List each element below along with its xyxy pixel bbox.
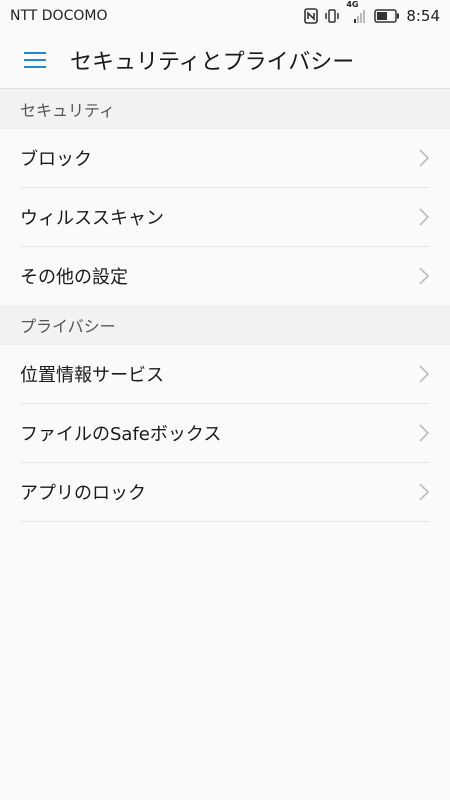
section-security: セキュリティ ブロック ウィルススキャン その他の設定 (0, 89, 450, 305)
list-item-file-safe-box[interactable]: ファイルのSafeボックス (20, 404, 430, 463)
nfc-icon (304, 8, 319, 24)
chevron-right-icon (419, 149, 430, 167)
list-item-label: ウィルススキャン (20, 208, 164, 229)
list-item-virus-scan[interactable]: ウィルススキャン (20, 188, 430, 247)
status-bar: NTT DOCOMO 4G 8:54 (0, 0, 450, 32)
list-item-block[interactable]: ブロック (20, 129, 430, 188)
vibrate-icon (324, 8, 340, 24)
section-header-privacy: プライバシー (0, 305, 450, 345)
security-list: ブロック ウィルススキャン その他の設定 (0, 129, 450, 305)
chevron-right-icon (419, 267, 430, 285)
list-item-label: 位置情報サービス (20, 365, 164, 386)
list-item-label: ファイルのSafeボックス (20, 424, 222, 445)
chevron-right-icon (419, 365, 430, 383)
list-item-location-services[interactable]: 位置情報サービス (20, 345, 430, 404)
list-item-other-settings[interactable]: その他の設定 (20, 247, 430, 305)
list-item-label: ブロック (20, 149, 92, 170)
app-bar: セキュリティとプライバシー (0, 32, 450, 89)
list-item-label: その他の設定 (20, 267, 128, 288)
privacy-list: 位置情報サービス ファイルのSafeボックス アプリのロック (0, 345, 450, 522)
list-item-app-lock[interactable]: アプリのロック (20, 463, 430, 522)
status-icons: 4G 8:54 (304, 0, 440, 25)
carrier-name: NTT DOCOMO (10, 8, 108, 24)
clock: 8:54 (406, 7, 440, 25)
list-item-label: アプリのロック (20, 483, 146, 504)
chevron-right-icon (419, 424, 430, 442)
page-title: セキュリティとプライバシー (70, 50, 355, 75)
signal-icon: 4G (346, 0, 368, 24)
chevron-right-icon (419, 208, 430, 226)
chevron-right-icon (419, 483, 430, 501)
section-privacy: プライバシー 位置情報サービス ファイルのSafeボックス アプリのロック (0, 305, 450, 522)
battery-icon (374, 9, 400, 23)
section-header-security: セキュリティ (0, 89, 450, 129)
network-type: 4G (346, 0, 359, 9)
hamburger-menu-icon[interactable] (0, 32, 70, 88)
